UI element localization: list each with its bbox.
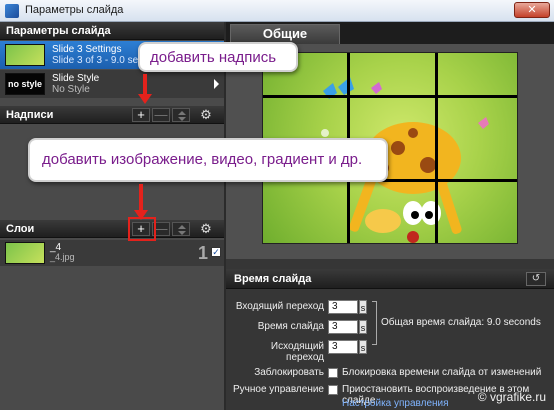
slide-settings-header: Параметры слайда [0, 22, 224, 40]
bracket-divider [372, 301, 377, 345]
captions-label: Надписи [6, 109, 54, 121]
gear-icon[interactable]: ⚙ [198, 108, 214, 122]
layers-toolbar: Слои + — ⚙ [0, 220, 224, 238]
reorder-layer-arrows[interactable] [172, 222, 190, 236]
slide-row-subtitle: Slide 3 of 3 - 9.0 sec [52, 55, 144, 66]
out-transition-input[interactable]: 3 [328, 340, 358, 354]
in-transition-label: Входящий переход [235, 301, 324, 312]
right-panel: Общие Время слайда ↺ Входящий переход 3 … [226, 22, 554, 410]
watermark: © vgrafike.ru [477, 390, 546, 404]
total-slide-time: Общая время слайда: 9.0 seconds [381, 317, 541, 328]
close-button[interactable]: ✕ [514, 2, 550, 18]
arrow-shaft [143, 74, 147, 96]
slide-thumbnail [5, 44, 45, 66]
out-transition-label: Исходящий переход [270, 341, 324, 363]
reset-icon[interactable]: ↺ [526, 272, 546, 286]
chevron-right-icon[interactable] [214, 79, 219, 89]
lock-text: Блокировка времени слайда от изменений [342, 367, 542, 378]
layer-visible-checkbox[interactable]: ✓ [211, 247, 221, 257]
tab-general[interactable]: Общие [230, 24, 340, 44]
layers-label: Слои [6, 223, 35, 235]
left-panel: Параметры слайда Slide 3 Settings Slide … [0, 22, 224, 410]
callout-add-caption: добавить надпись [138, 42, 298, 72]
layer-number: 1 [198, 243, 209, 263]
style-row-title: Slide Style [52, 73, 100, 84]
out-transition-unit[interactable]: s [359, 340, 367, 354]
slide-time-header: Время слайда ↺ [226, 269, 554, 289]
app-icon [5, 4, 19, 18]
style-thumbnail: no style [5, 73, 45, 95]
style-row-subtitle: No Style [52, 84, 90, 95]
arrow-head [138, 94, 152, 104]
slide-row-style[interactable]: no style Slide Style No Style [0, 70, 224, 98]
manual-settings-link[interactable]: Настройка управления [342, 398, 449, 409]
layer-thumbnail [5, 242, 45, 264]
in-transition-input[interactable]: 3 [328, 300, 358, 314]
grid-line [263, 95, 517, 98]
gear-icon[interactable]: ⚙ [198, 222, 214, 236]
tab-bar: Общие [226, 22, 554, 44]
reorder-caption-arrows[interactable] [172, 108, 190, 122]
arrow-shaft [139, 184, 143, 212]
manual-checkbox[interactable] [328, 385, 338, 395]
add-caption-button[interactable]: + [132, 108, 150, 122]
remove-caption-button[interactable]: — [152, 108, 170, 122]
window-title: Параметры слайда [25, 4, 124, 16]
slide-duration-label: Время слайда [257, 321, 324, 332]
layer-file: _4.jpg [50, 252, 75, 262]
manual-label: Ручное управление [233, 384, 324, 395]
callout-add-media: добавить изображение, видео, градиент и … [28, 138, 388, 182]
captions-toolbar: Надписи + — ⚙ [0, 106, 224, 124]
layer-row[interactable]: _4 _4.jpg 1 ✓ [0, 240, 224, 266]
slide-duration-unit[interactable]: s [359, 320, 367, 334]
lock-checkbox[interactable] [328, 368, 338, 378]
lock-label: Заблокировать [254, 367, 324, 378]
in-transition-unit[interactable]: s [359, 300, 367, 314]
slide-time-title: Время слайда [234, 273, 312, 285]
slide-row-title: Slide 3 Settings [52, 44, 122, 55]
highlight-box [128, 217, 156, 241]
window-titlebar: Параметры слайда ✕ [0, 0, 554, 22]
slide-duration-input[interactable]: 3 [328, 320, 358, 334]
grid-line [435, 53, 438, 243]
